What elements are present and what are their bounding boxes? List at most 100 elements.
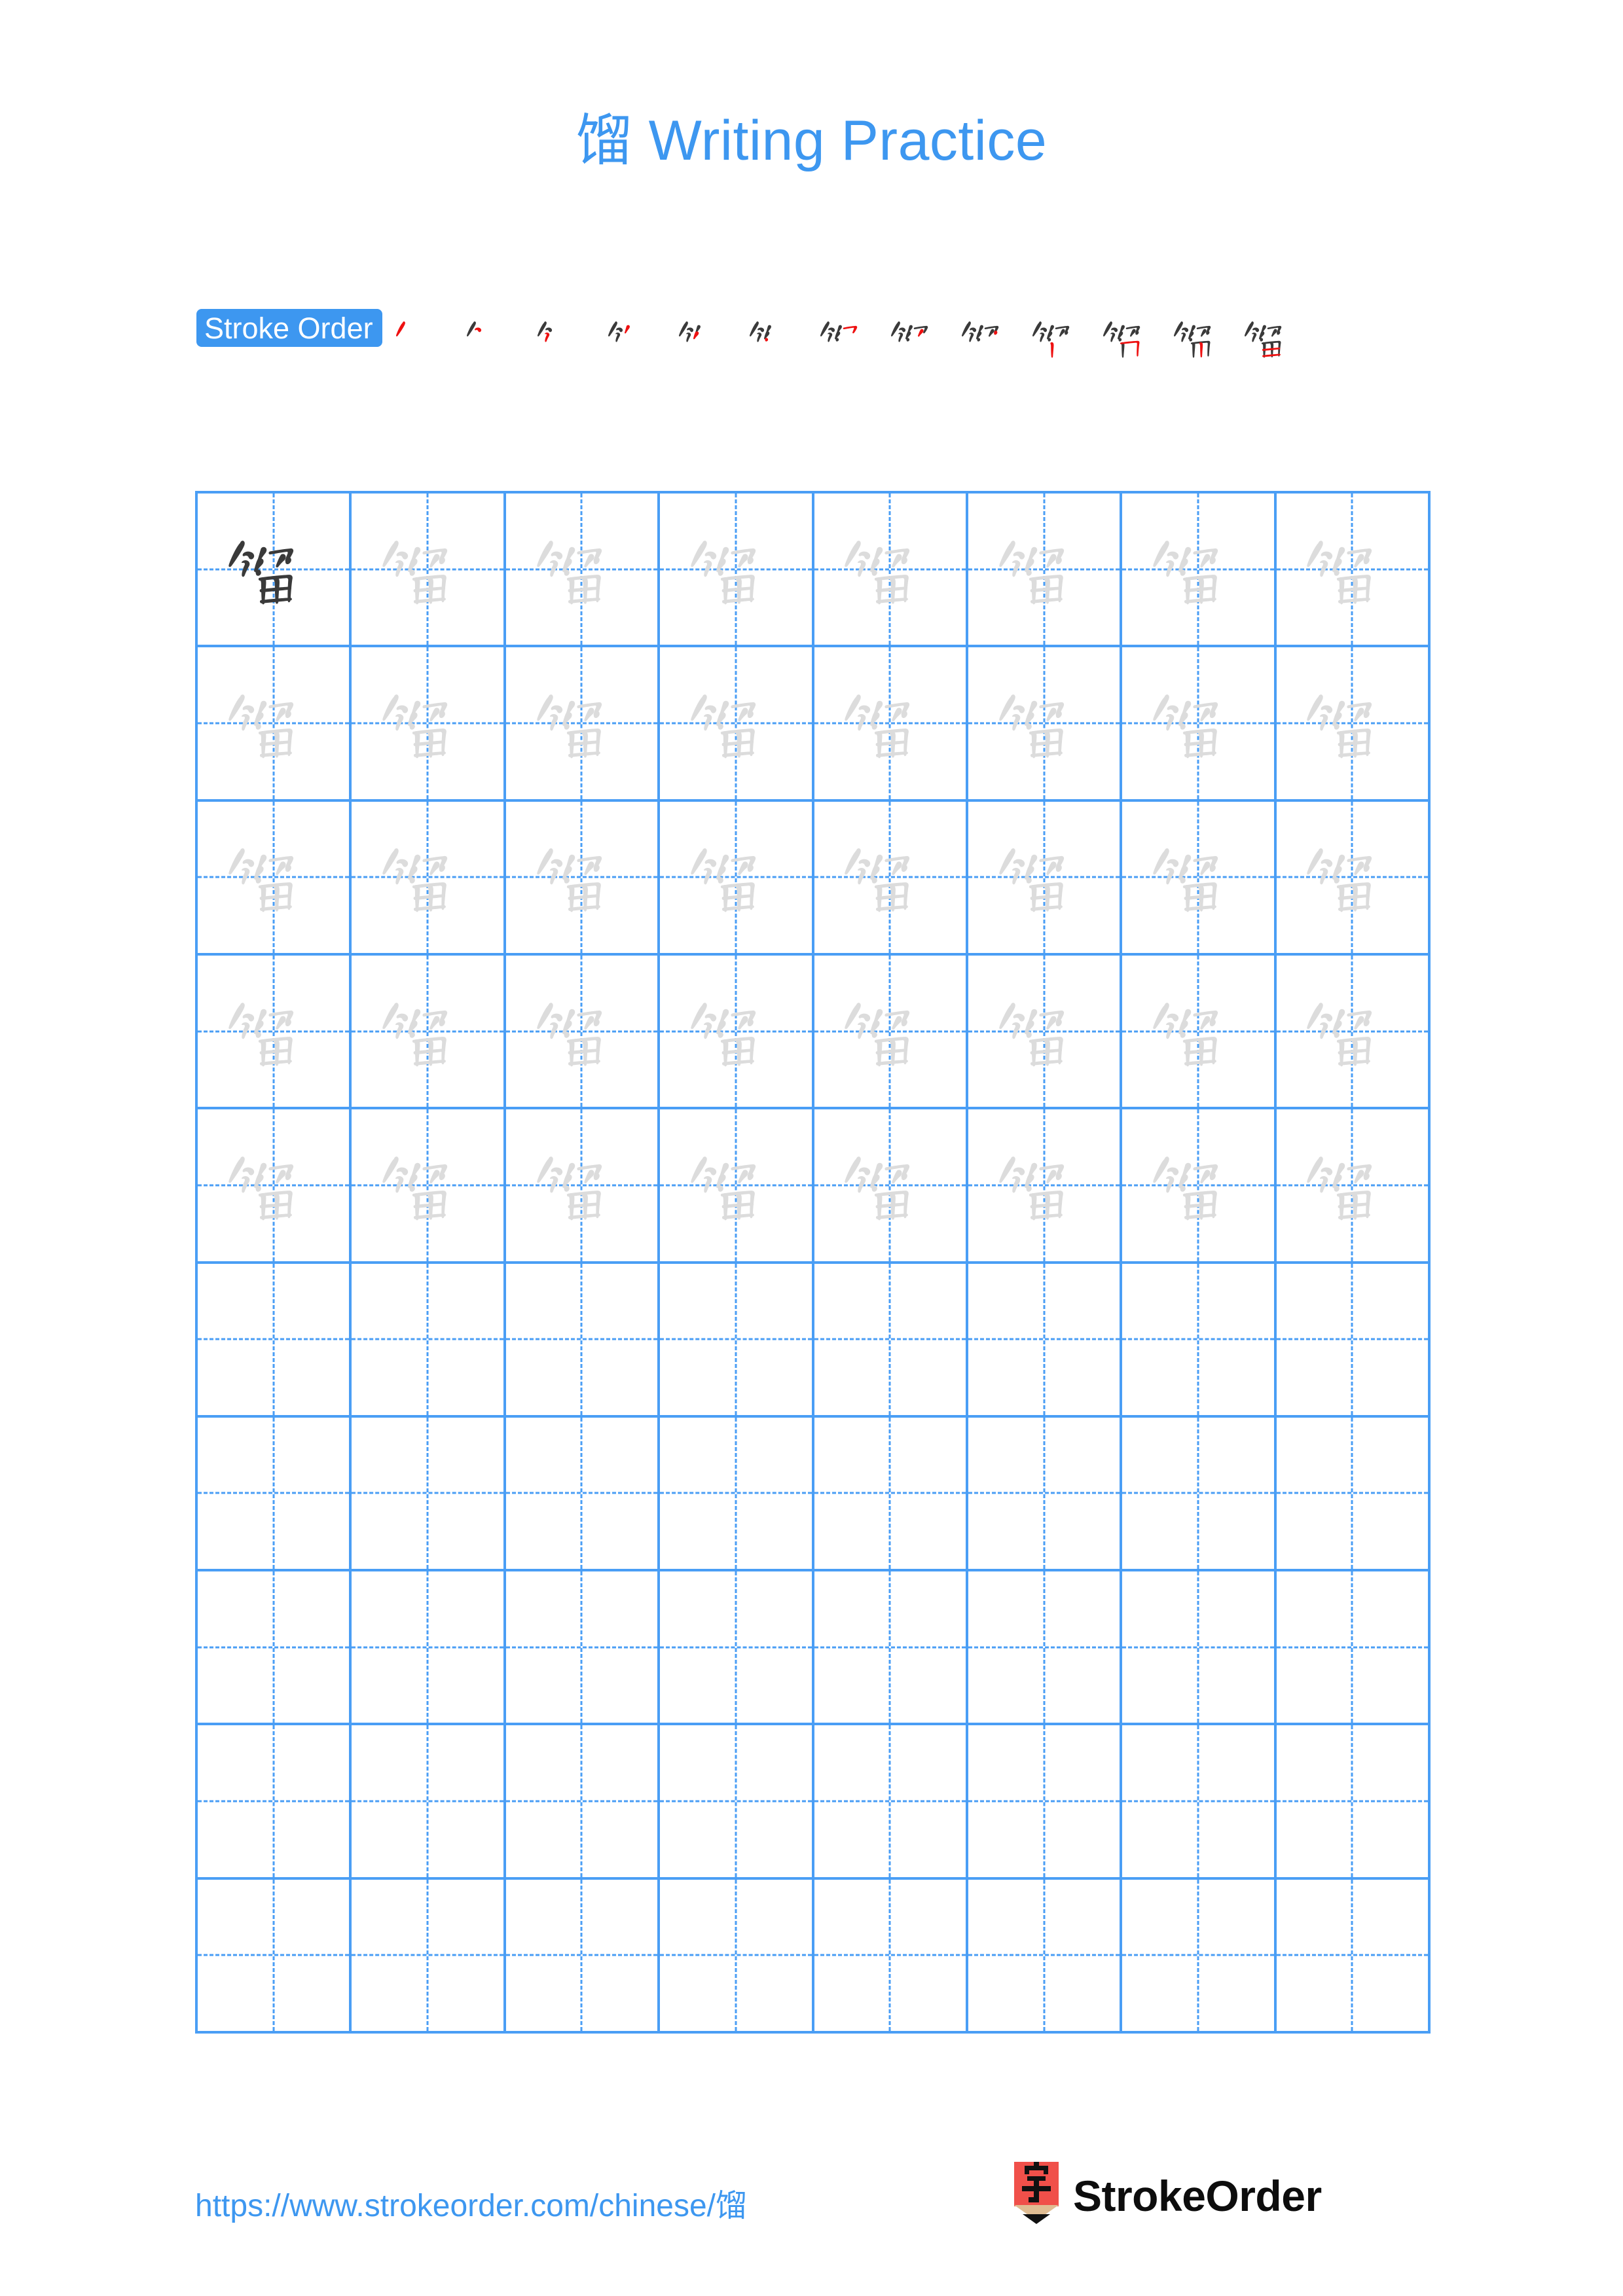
- practice-cell-r4-c8[interactable]: [1276, 955, 1431, 1110]
- practice-cell-r5-c2[interactable]: [352, 1109, 506, 1264]
- practice-cell-r3-c6[interactable]: [968, 801, 1123, 956]
- practice-cell-r6-c5[interactable]: [814, 1263, 968, 1418]
- practice-cell-r7-c6[interactable]: [968, 1417, 1123, 1572]
- practice-cell-r4-c2[interactable]: [352, 955, 506, 1110]
- practice-cell-r1-c7[interactable]: [1122, 493, 1277, 648]
- practice-cell-r9-c8[interactable]: [1276, 1725, 1431, 1880]
- practice-cell-r10-c5[interactable]: [814, 1879, 968, 2034]
- practice-cell-r10-c1[interactable]: [198, 1879, 352, 2034]
- practice-cell-r3-c4[interactable]: [660, 801, 814, 956]
- trace-character: [1277, 1109, 1428, 1261]
- practice-cell-r5-c8[interactable]: [1276, 1109, 1431, 1264]
- practice-cell-r2-c5[interactable]: [814, 647, 968, 802]
- trace-character: [660, 956, 811, 1107]
- trace-character: [968, 493, 1120, 645]
- practice-cell-r1-c8[interactable]: [1276, 493, 1431, 648]
- practice-cell-r7-c8[interactable]: [1276, 1417, 1431, 1572]
- practice-cell-r2-c2[interactable]: [352, 647, 506, 802]
- practice-cell-r4-c7[interactable]: [1122, 955, 1277, 1110]
- footer-url[interactable]: https://www.strokeorder.com/chinese/馏: [195, 2179, 747, 2225]
- practice-cell-r9-c5[interactable]: [814, 1725, 968, 1880]
- practice-cell-r10-c2[interactable]: [352, 1879, 506, 2034]
- practice-cell-r7-c2[interactable]: [352, 1417, 506, 1572]
- practice-cell-r3-c5[interactable]: [814, 801, 968, 956]
- practice-cell-r5-c1[interactable]: [198, 1109, 352, 1264]
- trace-character: [1122, 956, 1273, 1107]
- practice-cell-r10-c6[interactable]: [968, 1879, 1123, 2034]
- brand-logo[interactable]: StrokeOrder: [1012, 2160, 1322, 2232]
- stroke-step-8: [881, 302, 952, 373]
- practice-cell-r10-c4[interactable]: [660, 1879, 814, 2034]
- practice-cell-r6-c2[interactable]: [352, 1263, 506, 1418]
- stroke-step-2: [457, 302, 528, 373]
- practice-cell-r8-c6[interactable]: [968, 1571, 1123, 1726]
- practice-cell-r8-c1[interactable]: [198, 1571, 352, 1726]
- practice-cell-r9-c1[interactable]: [198, 1725, 352, 1880]
- practice-cell-r8-c3[interactable]: [505, 1571, 661, 1726]
- practice-cell-r8-c4[interactable]: [660, 1571, 814, 1726]
- practice-cell-r2-c4[interactable]: [660, 647, 814, 802]
- stroke-step-7: [811, 302, 881, 373]
- practice-cell-r2-c6[interactable]: [968, 647, 1123, 802]
- practice-cell-r3-c8[interactable]: [1276, 801, 1431, 956]
- practice-cell-r10-c7[interactable]: [1122, 1879, 1277, 2034]
- stroke-step-6: [740, 302, 811, 373]
- trace-character: [1122, 802, 1273, 953]
- trace-character: [198, 956, 349, 1107]
- practice-cell-r9-c3[interactable]: [505, 1725, 661, 1880]
- practice-cell-r9-c6[interactable]: [968, 1725, 1123, 1880]
- practice-cell-r7-c1[interactable]: [198, 1417, 352, 1572]
- page-title-character: 馏: [575, 108, 633, 173]
- practice-cell-r5-c3[interactable]: [505, 1109, 661, 1264]
- practice-cell-r1-c1[interactable]: [198, 493, 352, 648]
- practice-cell-r7-c7[interactable]: [1122, 1417, 1277, 1572]
- practice-cell-r4-c3[interactable]: [505, 955, 661, 1110]
- practice-cell-r3-c2[interactable]: [352, 801, 506, 956]
- practice-cell-r2-c8[interactable]: [1276, 647, 1431, 802]
- trace-character: [968, 647, 1120, 798]
- trace-character: [1277, 802, 1428, 953]
- practice-cell-r7-c5[interactable]: [814, 1417, 968, 1572]
- trace-character: [506, 647, 657, 798]
- practice-cell-r1-c4[interactable]: [660, 493, 814, 648]
- practice-cell-r6-c7[interactable]: [1122, 1263, 1277, 1418]
- brand-name: StrokeOrder: [1073, 2172, 1322, 2220]
- practice-cell-r3-c3[interactable]: [505, 801, 661, 956]
- practice-cell-r1-c2[interactable]: [352, 493, 506, 648]
- practice-cell-r3-c7[interactable]: [1122, 801, 1277, 956]
- practice-cell-r2-c1[interactable]: [198, 647, 352, 802]
- practice-cell-r6-c1[interactable]: [198, 1263, 352, 1418]
- practice-cell-r5-c4[interactable]: [660, 1109, 814, 1264]
- trace-character: [1277, 956, 1428, 1107]
- practice-cell-r2-c3[interactable]: [505, 647, 661, 802]
- practice-cell-r4-c4[interactable]: [660, 955, 814, 1110]
- trace-character: [814, 956, 966, 1107]
- practice-cell-r7-c3[interactable]: [505, 1417, 661, 1572]
- practice-cell-r2-c7[interactable]: [1122, 647, 1277, 802]
- practice-cell-r8-c7[interactable]: [1122, 1571, 1277, 1726]
- practice-cell-r9-c4[interactable]: [660, 1725, 814, 1880]
- practice-cell-r6-c8[interactable]: [1276, 1263, 1431, 1418]
- practice-cell-r4-c6[interactable]: [968, 955, 1123, 1110]
- practice-cell-r6-c3[interactable]: [505, 1263, 661, 1418]
- practice-cell-r6-c4[interactable]: [660, 1263, 814, 1418]
- practice-cell-r1-c5[interactable]: [814, 493, 968, 648]
- practice-cell-r1-c6[interactable]: [968, 493, 1123, 648]
- practice-cell-r1-c3[interactable]: [505, 493, 661, 648]
- practice-cell-r9-c2[interactable]: [352, 1725, 506, 1880]
- practice-cell-r7-c4[interactable]: [660, 1417, 814, 1572]
- practice-cell-r6-c6[interactable]: [968, 1263, 1123, 1418]
- practice-cell-r8-c2[interactable]: [352, 1571, 506, 1726]
- practice-cell-r4-c5[interactable]: [814, 955, 968, 1110]
- practice-cell-r5-c5[interactable]: [814, 1109, 968, 1264]
- practice-cell-r9-c7[interactable]: [1122, 1725, 1277, 1880]
- practice-cell-r8-c5[interactable]: [814, 1571, 968, 1726]
- stroke-step-12: [1164, 302, 1235, 373]
- practice-cell-r10-c3[interactable]: [505, 1879, 661, 2034]
- practice-cell-r5-c7[interactable]: [1122, 1109, 1277, 1264]
- practice-cell-r8-c8[interactable]: [1276, 1571, 1431, 1726]
- practice-cell-r10-c8[interactable]: [1276, 1879, 1431, 2034]
- practice-cell-r4-c1[interactable]: [198, 955, 352, 1110]
- practice-cell-r3-c1[interactable]: [198, 801, 352, 956]
- practice-cell-r5-c6[interactable]: [968, 1109, 1123, 1264]
